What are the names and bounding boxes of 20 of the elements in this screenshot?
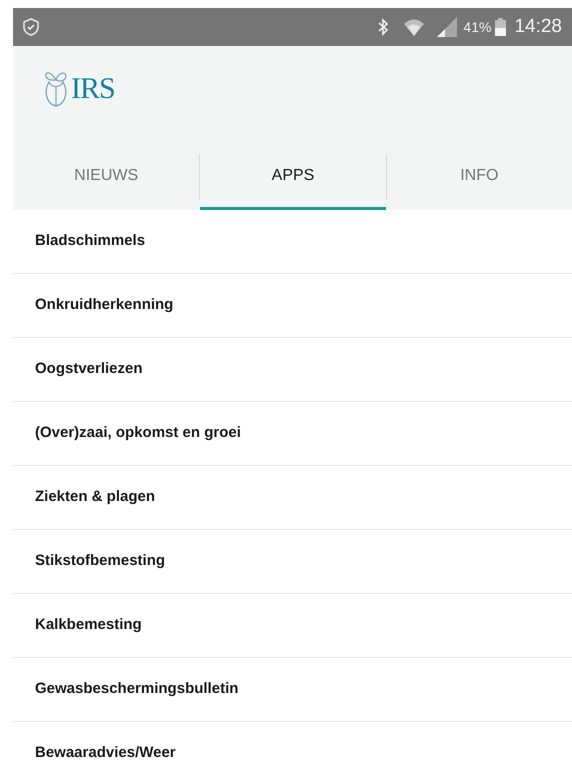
battery-percentage: 41% <box>463 18 492 36</box>
list-item[interactable]: (Over)zaai, opkomst en groei <box>13 402 572 466</box>
clock-time: 14:28 <box>514 14 562 39</box>
bluetooth-icon <box>377 18 390 36</box>
list-item[interactable]: Bladschimmels <box>13 210 572 274</box>
signal-icon <box>435 17 458 37</box>
list-item[interactable]: Kalkbemesting <box>13 594 572 658</box>
list-item[interactable]: Bewaaradvies/Weer <box>13 722 572 765</box>
list-item[interactable]: Onkruidherkenning <box>13 274 572 338</box>
tab[interactable]: APPS <box>200 150 386 210</box>
shield-icon <box>23 18 39 36</box>
list-item[interactable]: Ziekten & plagen <box>13 466 572 530</box>
list-item[interactable]: Gewasbeschermingsbulletin <box>13 658 572 722</box>
list-item[interactable]: Stikstofbemesting <box>13 530 572 594</box>
wifi-icon <box>403 17 426 37</box>
list-item[interactable]: Oogstverliezen <box>13 338 572 402</box>
tab[interactable]: INFO <box>386 150 572 210</box>
battery-icon <box>495 18 506 36</box>
tab[interactable]: NIEUWS <box>13 150 200 210</box>
logo-text: IRS <box>71 74 115 104</box>
